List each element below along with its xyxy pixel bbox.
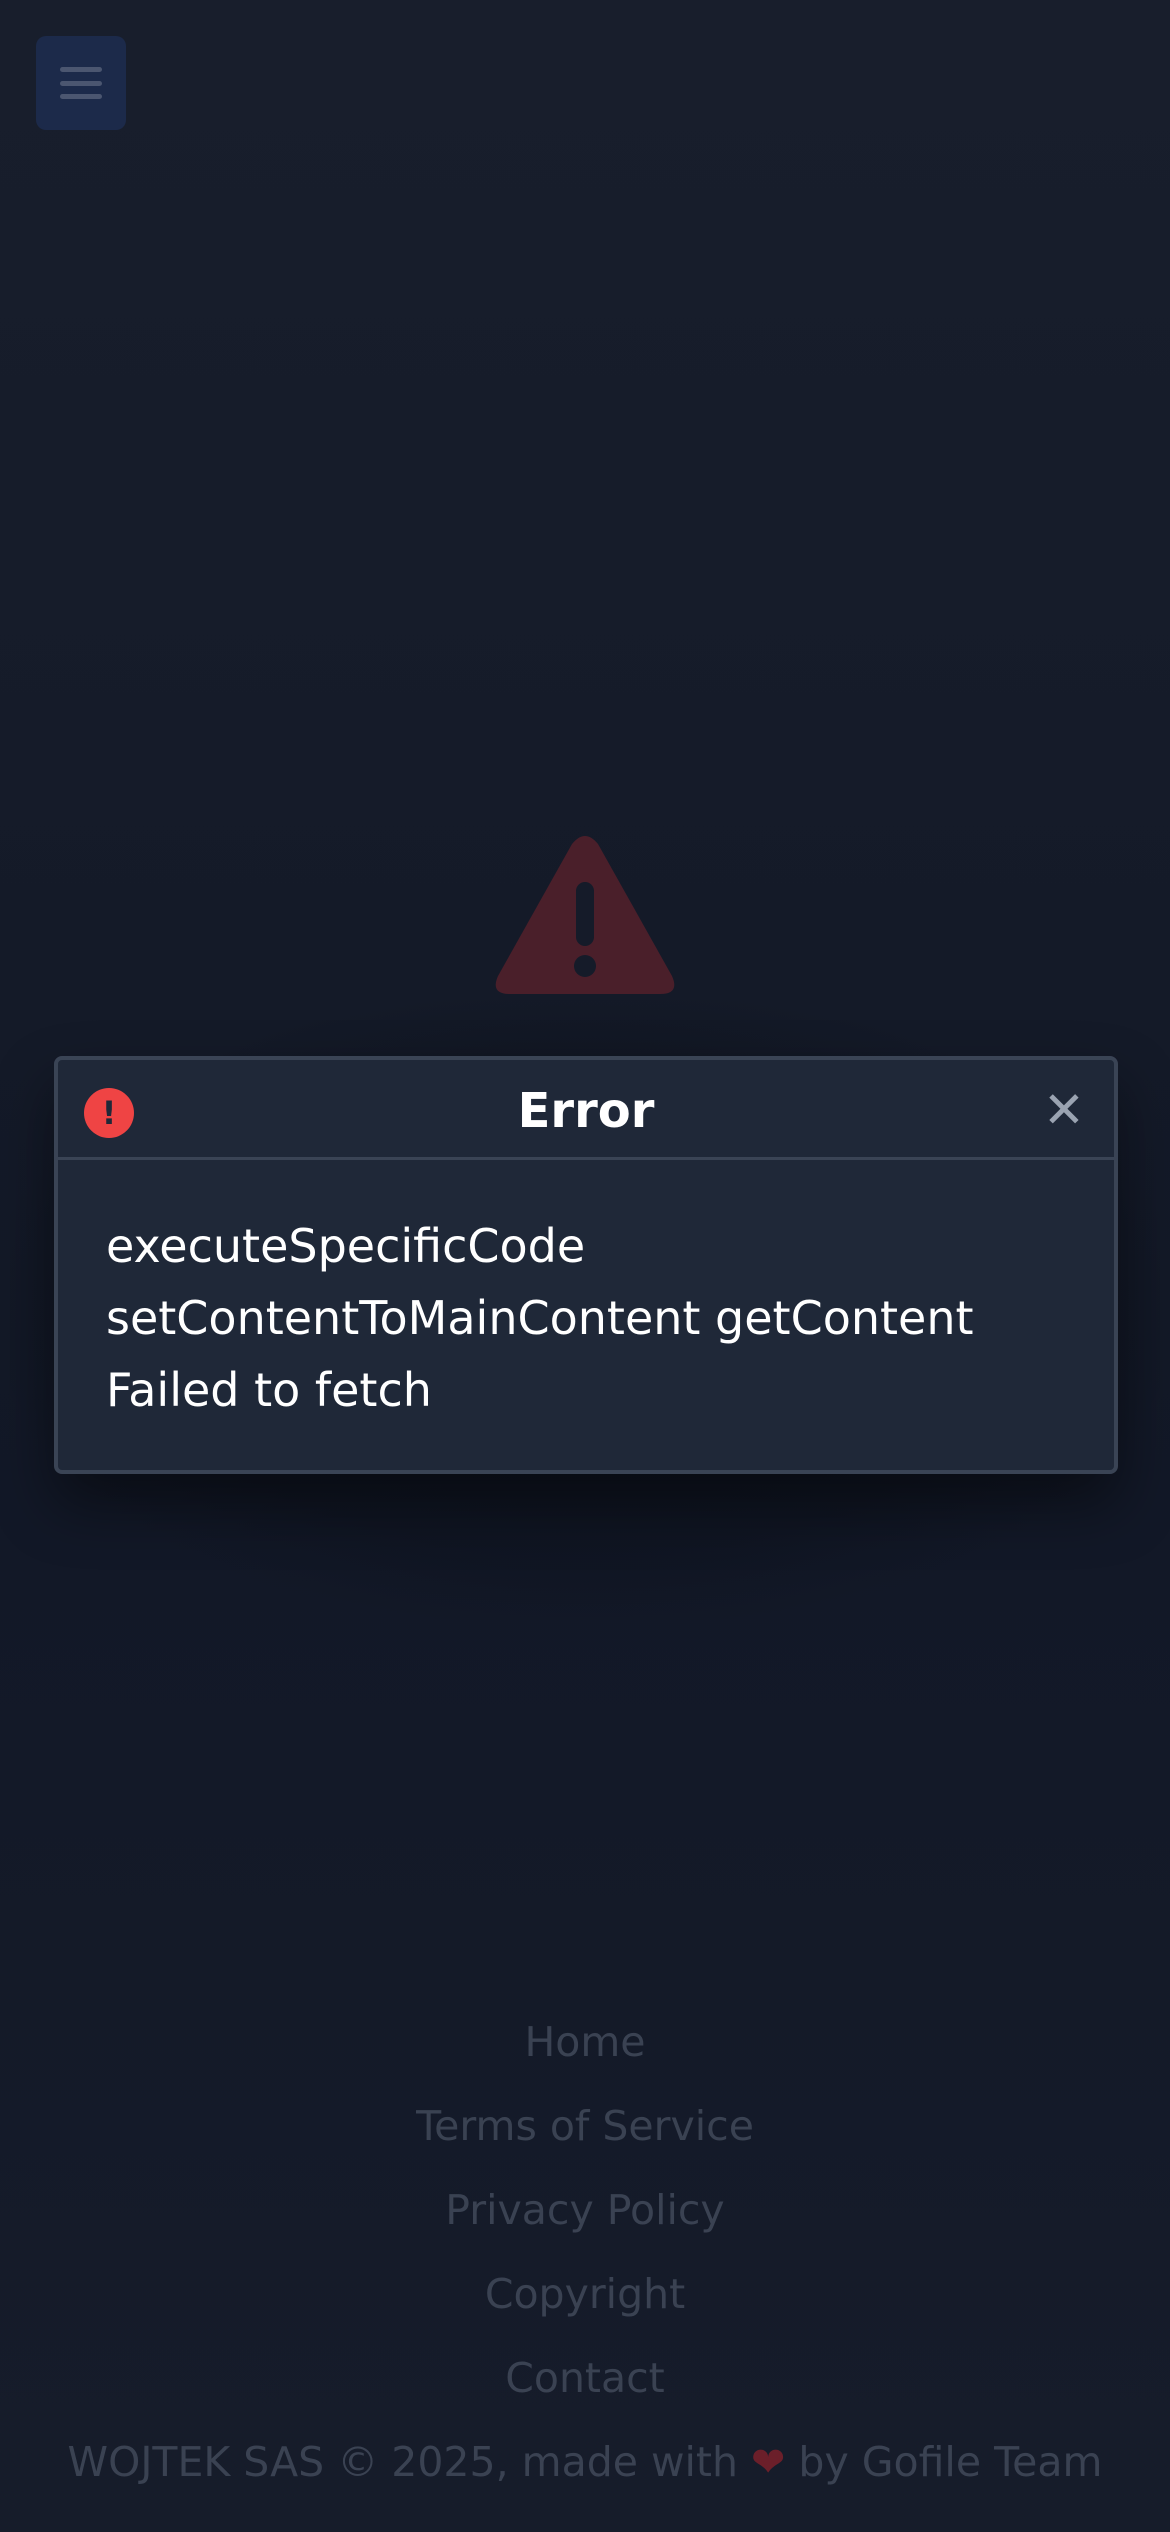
close-button[interactable]: ✕ — [1036, 1082, 1092, 1138]
close-x-icon: ✕ — [1043, 1081, 1085, 1139]
footer-link-contact[interactable]: Contact — [0, 2340, 1170, 2424]
dialog-title: Error — [517, 1083, 655, 1139]
footer-link-privacy[interactable]: Privacy Policy — [0, 2172, 1170, 2256]
message-line: executeSpecificCode — [106, 1219, 586, 1273]
footer-credit: WOJTEK SAS © 2025, made with ❤ by Gofile… — [0, 2424, 1170, 2500]
footer-link-copyright[interactable]: Copyright — [0, 2256, 1170, 2340]
footer-link-home[interactable]: Home — [0, 2004, 1170, 2088]
warning-triangle-icon — [495, 836, 675, 994]
dialog-message: executeSpecificCode setContentToMainCont… — [106, 1210, 1066, 1426]
footer-link-terms[interactable]: Terms of Service — [0, 2088, 1170, 2172]
message-line: setContentToMainContent getContent — [106, 1291, 974, 1345]
heart-icon: ❤ — [751, 2438, 786, 2486]
footer-nav: Home Terms of Service Privacy Policy Cop… — [0, 2004, 1170, 2424]
credit-prefix: WOJTEK SAS © 2025, made with — [67, 2438, 738, 2486]
credit-suffix: by Gofile Team — [798, 2438, 1103, 2486]
message-line: Failed to fetch — [106, 1363, 432, 1417]
dialog-header: ! Error ✕ — [58, 1060, 1114, 1160]
hamburger-menu-icon — [60, 67, 102, 99]
error-dialog: ! Error ✕ executeSpecificCode setContent… — [54, 1056, 1118, 1474]
menu-button[interactable] — [36, 36, 126, 130]
